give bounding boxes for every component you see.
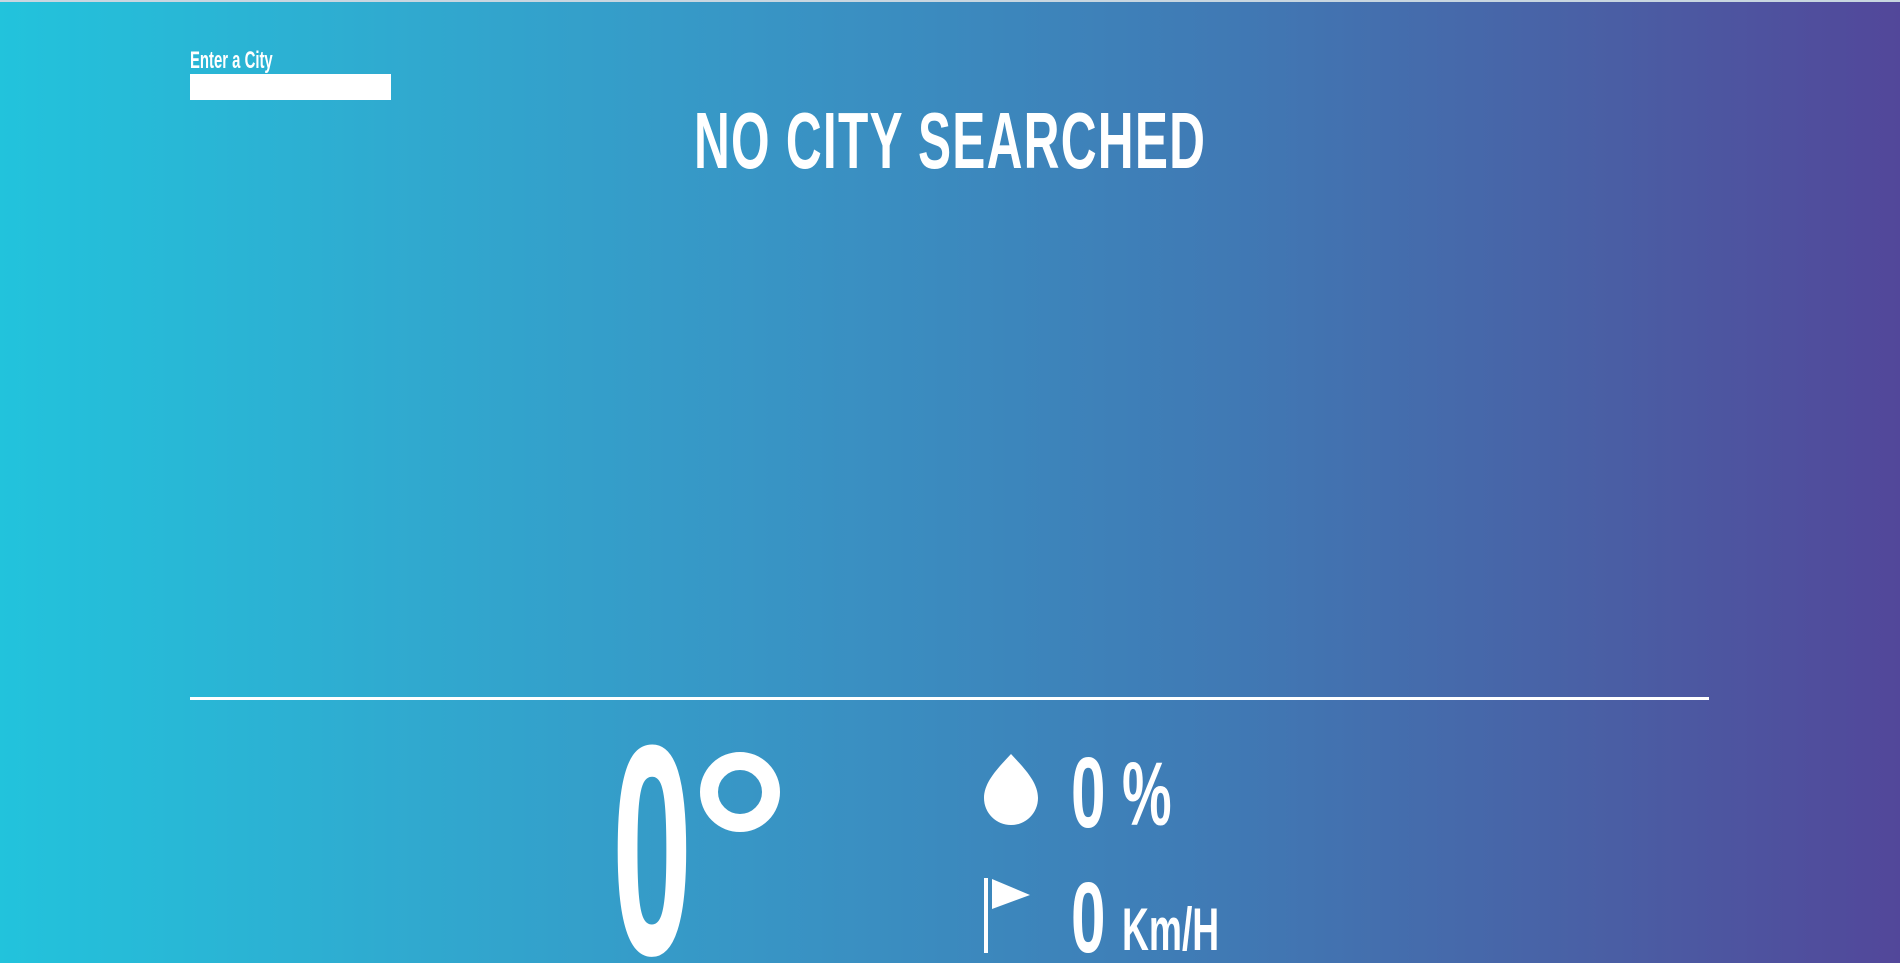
wind-speed-value: 0 xyxy=(1071,862,1106,963)
city-name-heading: NO CITY SEARCHED xyxy=(693,96,1207,185)
top-border xyxy=(0,0,1900,2)
humidity-value: 0 xyxy=(1071,737,1106,849)
flag-icon xyxy=(984,878,1030,953)
wind-speed-unit: Km/H xyxy=(1122,896,1220,963)
section-divider xyxy=(190,697,1709,700)
degree-icon xyxy=(700,752,780,832)
water-drop-icon xyxy=(984,754,1038,825)
humidity-unit: % xyxy=(1122,745,1172,845)
city-search-label: Enter a City xyxy=(190,47,273,74)
temperature-display: 0 xyxy=(612,700,712,963)
weather-app: Enter a City NO CITY SEARCHED 0 0 % 0 Km… xyxy=(0,0,1900,963)
